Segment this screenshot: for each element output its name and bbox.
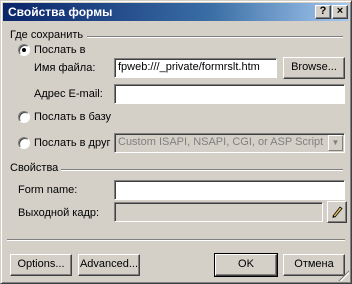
ok-button[interactable]: OK [214, 253, 278, 277]
send-to-file-radio[interactable] [18, 44, 30, 56]
send-to-other-label: Послать в друг [34, 137, 111, 149]
pencil-icon [332, 206, 343, 218]
footer-divider [7, 239, 345, 241]
chevron-down-icon: ▼ [328, 135, 343, 151]
window-title: Свойства формы [8, 5, 113, 19]
email-input[interactable] [114, 84, 345, 104]
save-group-divider [87, 36, 343, 38]
other-handler-select: Custom ISAPI, NSAPI, CGI, or ASP Script … [114, 133, 345, 153]
send-to-database-radio[interactable] [18, 111, 30, 123]
file-name-input[interactable]: fpweb:///_private/formrslt.htm [114, 58, 277, 78]
advanced-button[interactable]: Advanced... [78, 254, 140, 276]
edit-frame-button[interactable] [327, 201, 347, 223]
title-bar[interactable]: Свойства формы ? × [3, 3, 349, 21]
target-frame-input [114, 202, 323, 222]
browse-button[interactable]: Browse... [283, 57, 345, 79]
send-to-other-radio[interactable] [18, 137, 30, 149]
help-button[interactable]: ? [315, 5, 331, 19]
props-group-heading: Свойства [10, 162, 59, 174]
resize-grip[interactable] [337, 269, 349, 281]
options-button[interactable]: Options... [10, 254, 72, 276]
form-name-label: Form name: [18, 184, 78, 196]
form-name-input[interactable] [114, 180, 345, 200]
file-name-label: Имя файла: [34, 62, 96, 74]
cancel-button[interactable]: Отмена [283, 254, 345, 276]
send-to-database-label: Послать в базу [34, 111, 112, 123]
send-to-file-label: Послать в [34, 44, 86, 56]
other-handler-value: Custom ISAPI, NSAPI, CGI, or ASP Script [118, 136, 324, 148]
email-label: Адрес E-mail: [34, 88, 103, 100]
props-group-divider [61, 169, 343, 171]
form-properties-dialog: Свойства формы ? × Где сохранить Послать… [0, 0, 352, 284]
radio-selected-dot [22, 48, 26, 52]
save-group-heading: Где сохранить [10, 29, 84, 41]
close-button[interactable]: × [332, 5, 348, 19]
target-frame-label: Выходной кадр: [18, 207, 100, 219]
